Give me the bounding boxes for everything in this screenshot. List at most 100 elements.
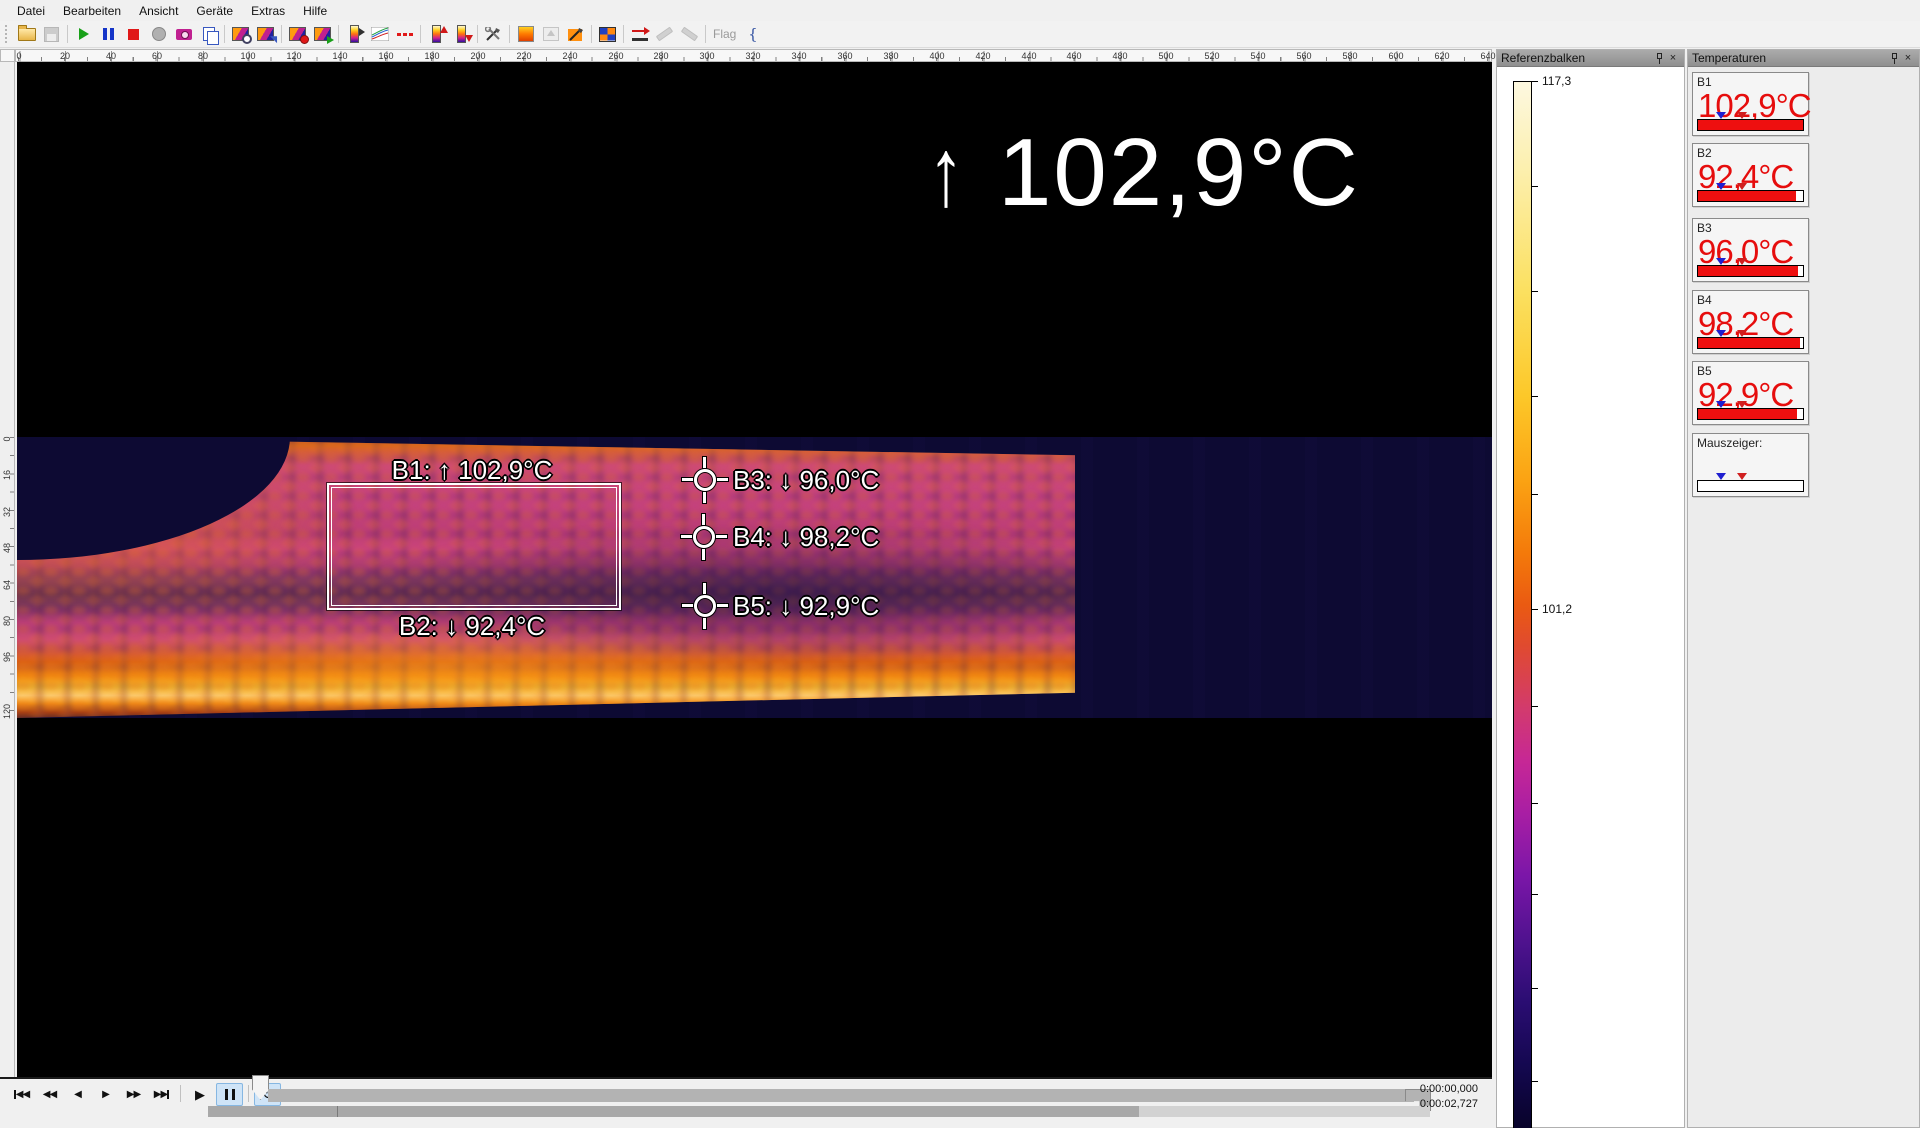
palette-select-button[interactable] — [342, 23, 367, 45]
draw-line-button[interactable] — [652, 23, 677, 45]
close-button[interactable]: × — [1666, 52, 1680, 65]
toolbar-separator — [281, 25, 282, 43]
palette-gradient-button[interactable] — [513, 23, 538, 45]
stop-button[interactable] — [121, 23, 146, 45]
prev-frame-button[interactable]: ◀ — [64, 1083, 91, 1106]
record-button[interactable] — [146, 23, 171, 45]
measurement-point-b5[interactable] — [694, 595, 716, 617]
ruler-label: 460 — [1065, 51, 1082, 61]
toolbar-separator — [477, 25, 478, 43]
temperature-probe-box[interactable]: B4 98,2°C — [1692, 290, 1809, 354]
pin-button[interactable] — [1652, 52, 1666, 65]
ruler-label: 320 — [744, 51, 761, 61]
ruler-label: 160 — [377, 51, 394, 61]
level-up-button[interactable] — [424, 23, 449, 45]
settings-tools-button[interactable] — [481, 23, 506, 45]
profile-chart-button[interactable] — [367, 23, 392, 45]
timeline-track[interactable] — [268, 1089, 1414, 1102]
level-down-button[interactable] — [449, 23, 474, 45]
pause-button[interactable] — [216, 1083, 243, 1106]
play-button[interactable]: ▶ — [186, 1083, 213, 1106]
current-time: 0:00:00,000 — [1420, 1082, 1478, 1097]
timeline-range-track[interactable] — [208, 1106, 1430, 1117]
vertical-ruler[interactable]: 0163248648096120 — [0, 62, 15, 1077]
pause-button[interactable] — [96, 23, 121, 45]
temperature-probe-box[interactable]: B5 92,9°C — [1692, 361, 1809, 425]
annotation-b4: B4: ↓ 98,2°C — [733, 522, 879, 552]
menu-bar: DateiBearbeitenAnsichtGeräteExtrasHilfe — [0, 0, 1920, 21]
menu-item[interactable]: Ansicht — [130, 2, 187, 20]
toolbar-grip[interactable] — [5, 25, 11, 43]
pause-icon — [232, 1089, 235, 1100]
tools-orange-icon — [567, 27, 584, 42]
horizontal-ruler[interactable]: 0204060801001201401601802002202402602803… — [15, 49, 1492, 62]
up-arrow-icon — [440, 26, 448, 33]
measure-points-button[interactable] — [392, 23, 417, 45]
probe-bar-fill — [1698, 191, 1796, 201]
temperature-probe-box[interactable]: B2 92,4°C — [1692, 143, 1809, 207]
toolbar-separator — [420, 25, 421, 43]
temperature-colorbar[interactable] — [1513, 81, 1532, 1128]
image-export-button[interactable] — [310, 23, 335, 45]
bar-icon — [14, 1090, 16, 1099]
ruler-label: 380 — [882, 51, 899, 61]
temperature-probe-box[interactable]: Mauszeiger: — [1692, 433, 1809, 497]
ruler-label: 120 — [285, 51, 302, 61]
panel-header[interactable]: Referenzbalken × — [1497, 50, 1684, 67]
first-frame-button[interactable]: ◀◀ — [8, 1083, 35, 1106]
image-correction-button[interactable] — [563, 23, 588, 45]
image-copy-button[interactable]: ◥ — [253, 23, 278, 45]
last-frame-button[interactable]: ▶▶ — [148, 1083, 175, 1106]
measurement-rectangle-b1[interactable] — [327, 483, 621, 610]
bar-icon — [167, 1090, 169, 1099]
open-file-button[interactable] — [14, 23, 39, 45]
thermal-image-icon: ◥ — [257, 27, 274, 41]
image-preview-button[interactable] — [228, 23, 253, 45]
play-icon — [79, 28, 89, 40]
pin-button[interactable] — [1887, 52, 1901, 65]
save-button[interactable] — [39, 23, 64, 45]
measurement-point-b4[interactable] — [693, 526, 715, 548]
snapshot-button[interactable] — [171, 23, 196, 45]
brace-button[interactable]: { — [740, 23, 765, 45]
rewind-button[interactable]: ◀◀ — [36, 1083, 63, 1106]
palette-icon — [350, 25, 359, 43]
ruler-label: 120 — [2, 705, 12, 719]
play-button[interactable] — [71, 23, 96, 45]
draw-arrow-button[interactable] — [677, 23, 702, 45]
fast-forward-button[interactable]: ▶▶ — [120, 1083, 147, 1106]
temperature-probe-box[interactable]: B3 96,0°C — [1692, 218, 1809, 282]
probe-marker-blue[interactable] — [1716, 473, 1726, 480]
menu-item[interactable]: Hilfe — [294, 2, 336, 20]
ruler-label: 580 — [1341, 51, 1358, 61]
reference-bar-body: 117,3 — [1497, 67, 1684, 1127]
tick-line — [1532, 988, 1538, 989]
probe-marker-red[interactable] — [1737, 473, 1747, 480]
copy-button[interactable] — [196, 23, 221, 45]
flag-button[interactable]: Flag — [709, 27, 740, 41]
tick-line — [1532, 81, 1538, 82]
temperature-probe-box[interactable]: B1 102,9°C — [1692, 72, 1809, 136]
thermal-image-area[interactable]: ↑ 102,9°C B1: ↑ 102,9°C B2: ↓ 92,4°C B3:… — [17, 62, 1492, 1077]
measure-distance-button[interactable] — [627, 23, 652, 45]
window-layout-button[interactable] — [595, 23, 620, 45]
ruler-label: 220 — [515, 51, 532, 61]
panel-header[interactable]: Temperaturen × — [1688, 50, 1919, 67]
toolbar: ◥ Flag { — [0, 21, 1920, 48]
toolbar-separator — [338, 25, 339, 43]
measurement-point-b3[interactable] — [694, 469, 716, 491]
menu-item[interactable]: Bearbeiten — [54, 2, 130, 20]
close-button[interactable]: × — [1901, 52, 1915, 65]
ruler-label: 620 — [1433, 51, 1450, 61]
tick-line — [1532, 894, 1538, 895]
image-record-button[interactable] — [285, 23, 310, 45]
next-frame-button[interactable]: ▶ — [92, 1083, 119, 1106]
menu-item[interactable]: Extras — [242, 2, 294, 20]
menu-item[interactable]: Geräte — [187, 2, 242, 20]
fit-image-button[interactable] — [538, 23, 563, 45]
menu-item[interactable]: Datei — [8, 2, 54, 20]
palette-icon — [432, 25, 441, 43]
ruler-label: 140 — [331, 51, 348, 61]
ruler-label: 360 — [836, 51, 853, 61]
toolbar-separator — [623, 25, 624, 43]
